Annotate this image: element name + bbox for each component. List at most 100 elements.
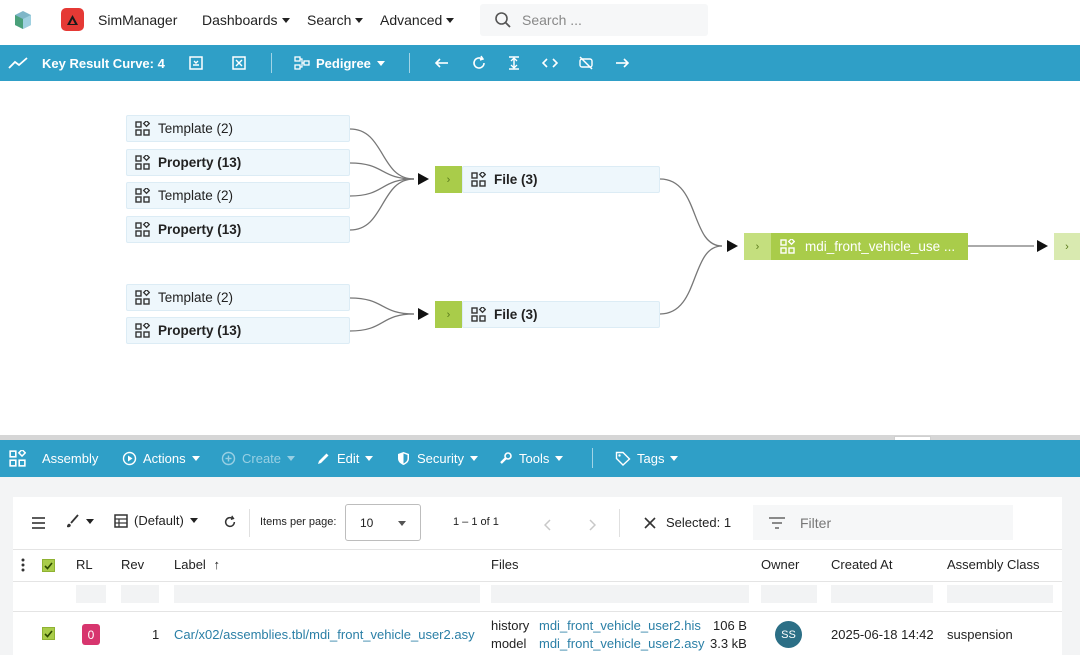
file-link[interactable]: mdi_front_vehicle_user2.his <box>539 618 701 633</box>
edit-label: Edit <box>337 450 360 466</box>
flow-arrow-icon <box>727 240 738 252</box>
chevron-down-icon <box>189 518 198 523</box>
tags-menu[interactable]: Tags <box>615 440 679 476</box>
clear-selection-button[interactable]: Selected: 1 <box>644 515 731 530</box>
column-header-rev[interactable]: Rev <box>121 557 144 572</box>
column-filter-cell[interactable] <box>831 585 933 603</box>
column-header-owner[interactable]: Owner <box>761 557 799 572</box>
create-label: Create <box>242 450 282 466</box>
assembly-panel: (Default) Items per page: 10 1 – 1 of 1 … <box>0 477 1080 655</box>
filter-input[interactable]: Filter <box>753 505 1013 540</box>
chevron-down-icon <box>86 519 94 524</box>
node-label: Property (13) <box>158 222 242 237</box>
expand-button[interactable]: › <box>435 166 462 193</box>
chevron-left-icon[interactable] <box>544 519 552 531</box>
column-header-assembly-class[interactable]: Assembly Class <box>947 557 1039 572</box>
items-per-page-select[interactable]: 10 <box>345 504 421 541</box>
pedigree-node-file[interactable]: File (3) <box>462 166 660 193</box>
column-filter-cell[interactable] <box>121 585 159 603</box>
chevron-right-icon[interactable] <box>588 519 596 531</box>
node-label: File (3) <box>494 307 538 322</box>
security-menu[interactable]: Security <box>396 440 478 476</box>
arrow-right-icon[interactable] <box>614 55 630 71</box>
file-link[interactable]: mdi_front_vehicle_user2.asy <box>539 636 704 651</box>
expand-button[interactable]: › <box>1054 233 1080 260</box>
label-header-text: Label <box>174 557 206 572</box>
save-icon[interactable] <box>188 55 204 71</box>
file-role: history <box>491 618 530 633</box>
refresh-icon[interactable] <box>223 515 237 529</box>
tag-icon <box>615 451 631 466</box>
menu-advanced[interactable]: Advanced <box>380 12 455 28</box>
column-filter-cell[interactable] <box>761 585 817 603</box>
chevron-down-icon <box>446 17 455 23</box>
fit-height-icon[interactable] <box>506 55 522 71</box>
object-group-icon <box>780 239 795 254</box>
flow-arrow-icon <box>1037 240 1048 252</box>
toolbar-divider <box>592 448 593 468</box>
chevron-down-icon <box>355 17 364 23</box>
row-checkbox[interactable] <box>42 627 55 640</box>
selected-count: Selected: 1 <box>666 515 732 530</box>
simmanager-app-icon[interactable] <box>61 8 84 31</box>
view-selector[interactable]: (Default) <box>114 513 198 528</box>
check-icon <box>44 561 53 570</box>
label-link[interactable]: Car/x02/assemblies.tbl/mdi_front_vehicle… <box>174 627 475 642</box>
wrench-icon <box>500 451 512 464</box>
pedigree-node-template[interactable]: Template (2) <box>126 284 350 311</box>
hide-icon[interactable] <box>578 55 594 71</box>
control-divider <box>249 509 250 537</box>
create-menu[interactable]: Create <box>221 440 296 476</box>
pedigree-node-template[interactable]: Template (2) <box>126 182 350 209</box>
expand-button[interactable]: › <box>435 301 462 328</box>
object-group-icon <box>135 121 150 136</box>
menu-search[interactable]: Search <box>307 12 364 28</box>
pedigree-node-property[interactable]: Property (13) <box>126 216 350 243</box>
column-filter-cell[interactable] <box>174 585 480 603</box>
global-search-input[interactable]: Search ... <box>480 4 708 36</box>
pedigree-node-template[interactable]: Template (2) <box>126 115 350 142</box>
sort-ascending-icon: ↑ <box>213 557 220 572</box>
pedigree-dropdown[interactable]: Pedigree <box>294 45 385 81</box>
column-header-rl[interactable]: RL <box>76 557 93 572</box>
table-view-icon <box>114 513 128 528</box>
column-header-created-at[interactable]: Created At <box>831 557 892 572</box>
column-filter-cell[interactable] <box>491 585 749 603</box>
column-header-label[interactable]: Label ↑ <box>174 557 220 572</box>
clear-icon[interactable] <box>231 55 247 71</box>
company-logo-icon[interactable] <box>12 9 34 31</box>
tools-menu[interactable]: Tools <box>498 440 564 476</box>
select-all-checkbox[interactable] <box>42 559 55 572</box>
chevron-down-icon <box>398 521 406 526</box>
object-group-icon <box>135 188 150 203</box>
pedigree-node-file[interactable]: File (3) <box>462 301 660 328</box>
pedigree-node-property[interactable]: Property (13) <box>126 317 350 344</box>
flow-arrow-icon <box>418 308 429 320</box>
column-style-button[interactable] <box>65 514 94 529</box>
tags-label: Tags <box>637 450 665 466</box>
expand-button[interactable]: › <box>744 233 771 260</box>
menu-icon[interactable] <box>31 517 46 529</box>
pedigree-canvas[interactable]: Template (2) Property (13) Template (2) … <box>0 81 1080 435</box>
column-filter-cell[interactable] <box>947 585 1053 603</box>
play-circle-icon <box>122 451 137 465</box>
column-header-files[interactable]: Files <box>491 557 518 572</box>
object-group-icon <box>135 290 150 305</box>
filter-icon <box>769 516 785 529</box>
code-icon[interactable] <box>542 55 558 71</box>
owner-avatar[interactable]: SS <box>775 621 802 648</box>
pedigree-node-property[interactable]: Property (13) <box>126 149 350 176</box>
menu-dashboards[interactable]: Dashboards <box>202 12 290 28</box>
pedigree-label: Pedigree <box>316 55 371 71</box>
actions-menu[interactable]: Actions <box>122 440 200 476</box>
app-name[interactable]: SimManager <box>98 12 177 28</box>
node-label: mdi_front_vehicle_use ... <box>805 239 956 254</box>
column-filter-cell[interactable] <box>76 585 106 603</box>
pedigree-node-assembly[interactable]: mdi_front_vehicle_use ... <box>771 233 968 260</box>
actions-label: Actions <box>143 450 186 466</box>
row-divider <box>13 611 1062 612</box>
more-vertical-icon[interactable] <box>21 558 25 572</box>
refresh-icon[interactable] <box>471 55 487 71</box>
edit-menu[interactable]: Edit <box>316 440 374 476</box>
arrow-left-icon[interactable] <box>434 55 450 71</box>
